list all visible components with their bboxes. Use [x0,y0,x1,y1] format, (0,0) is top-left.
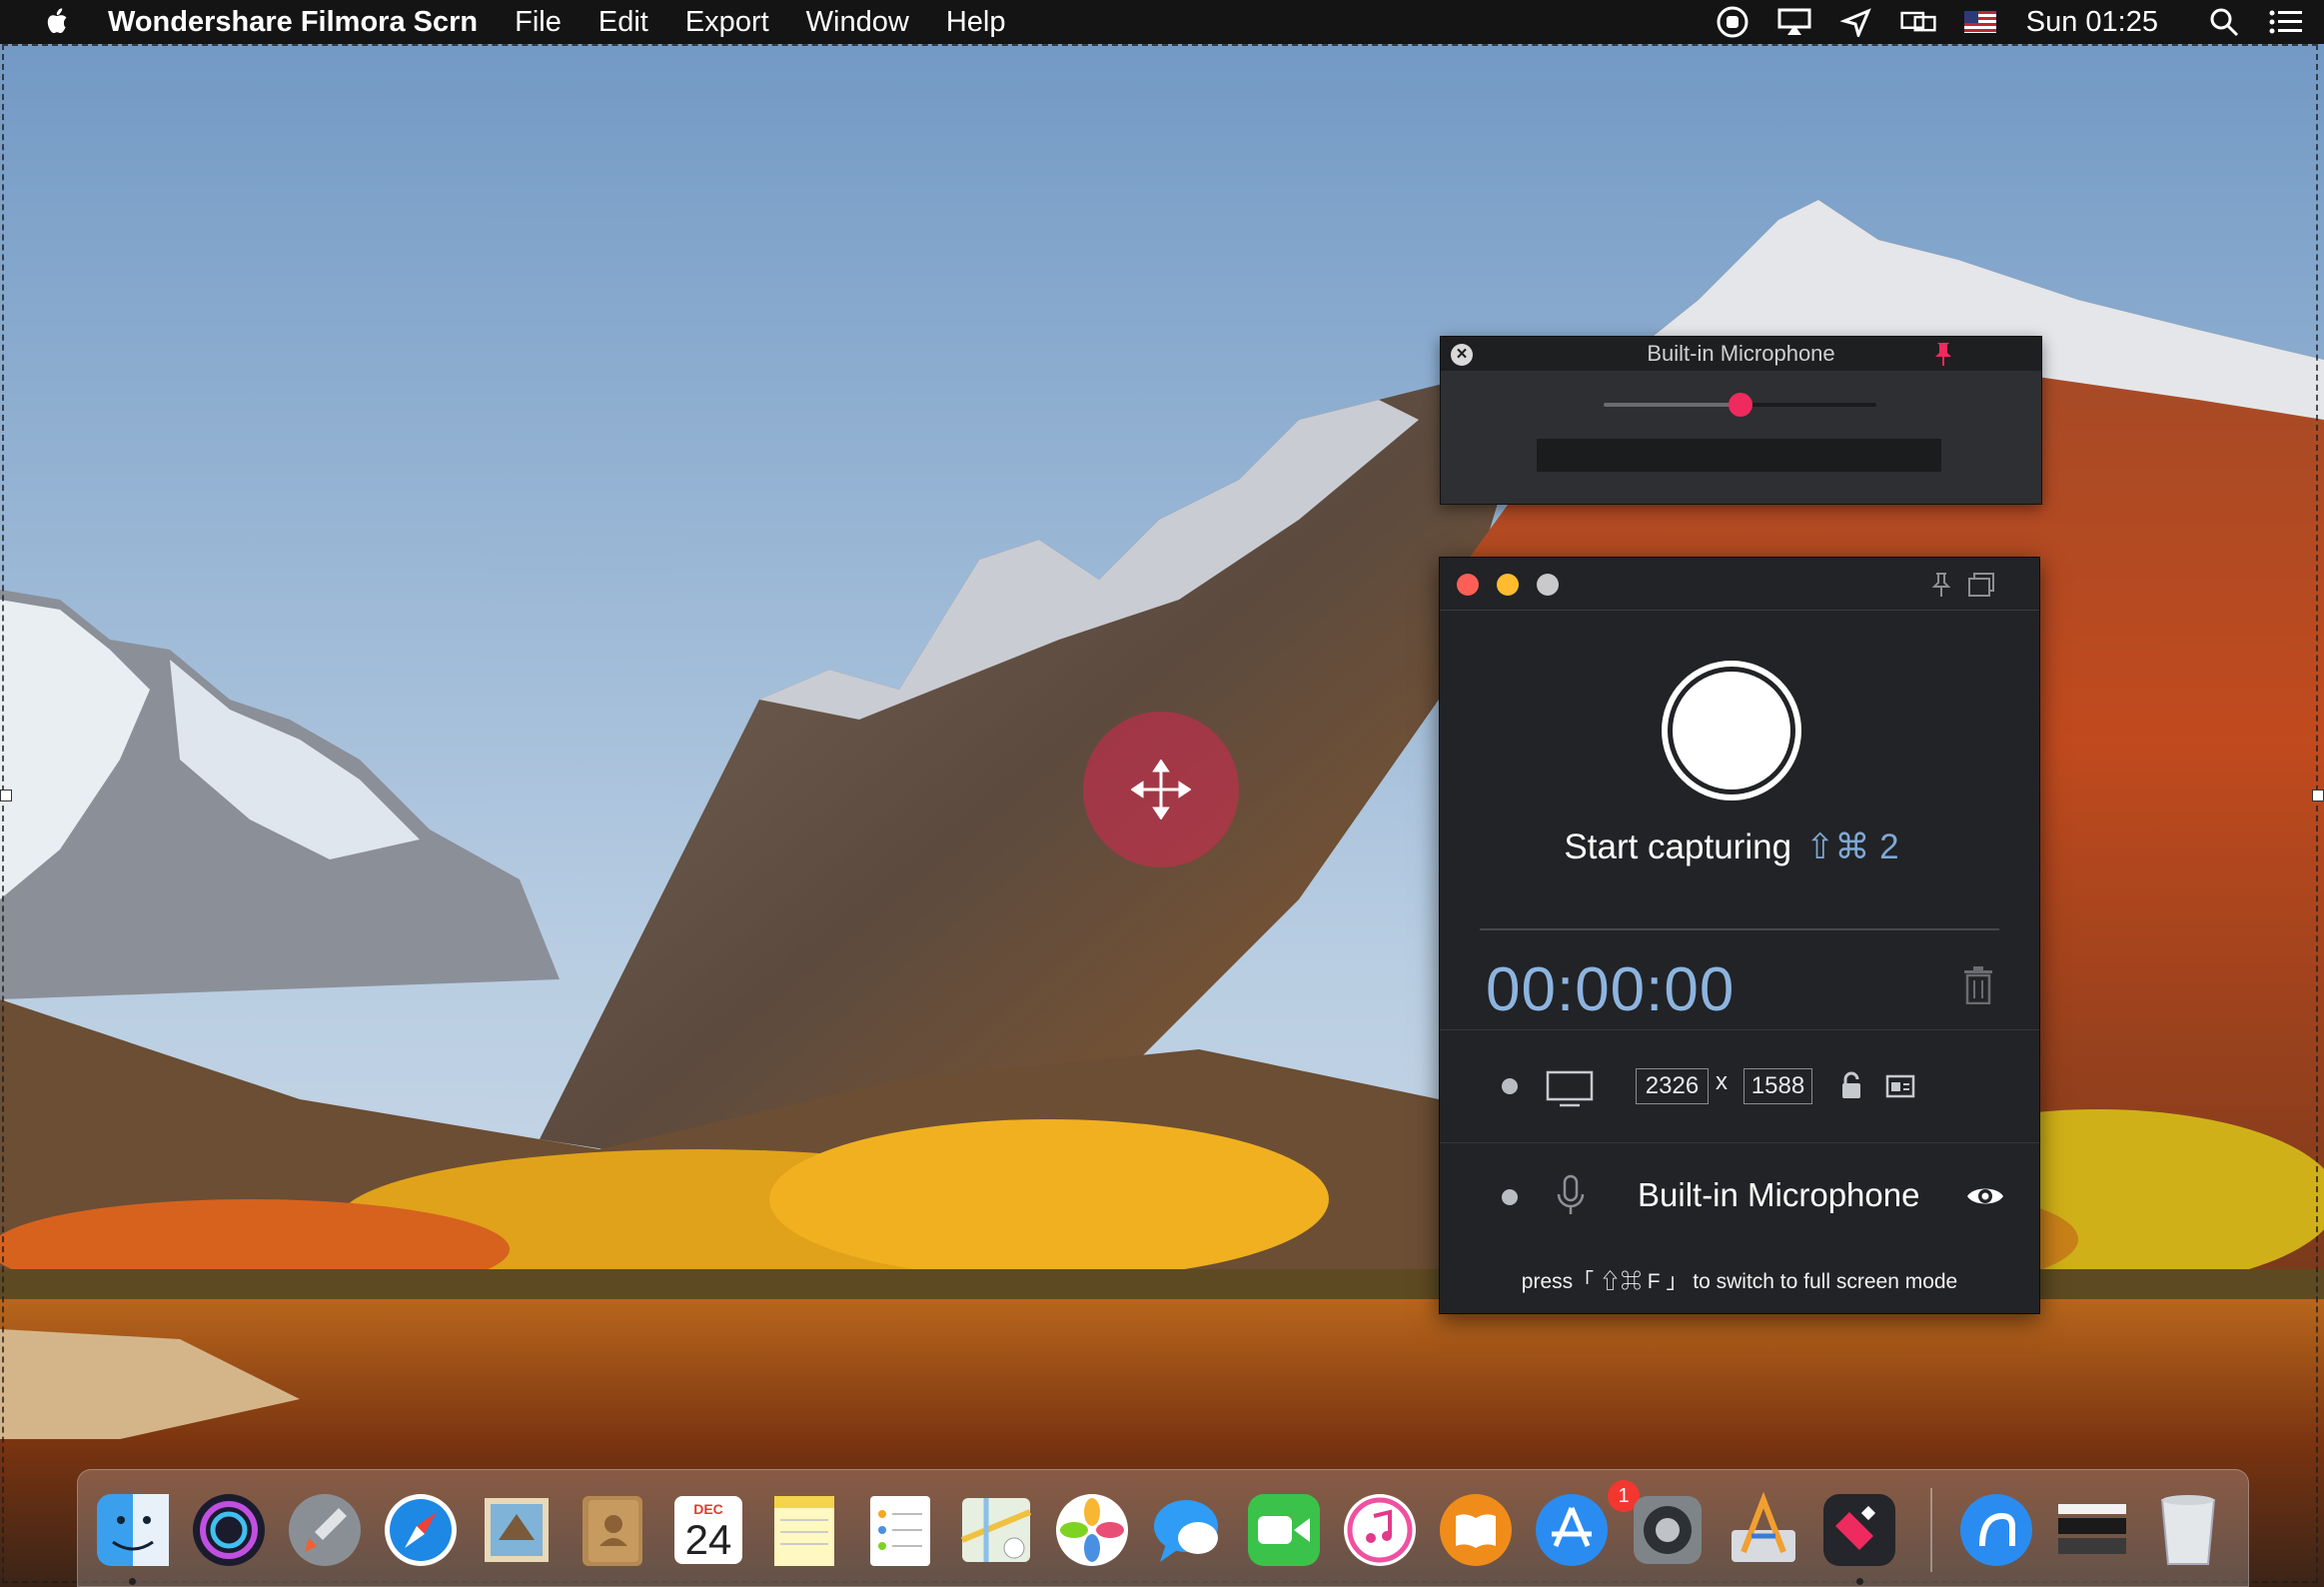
menu-export[interactable]: Export [685,6,769,39]
location-icon[interactable] [1838,7,1874,37]
microphone-level-window: × Built-in Microphone [1440,336,2042,505]
mic-window-title: Built-in Microphone [1647,341,1835,366]
calendar-day: 24 [685,1516,732,1563]
audio-enabled-dot[interactable] [1502,1189,1518,1205]
running-indicator [129,1578,136,1585]
display-mirror-icon[interactable] [1900,7,1936,37]
start-capturing-label: Start capturing [1564,827,1792,866]
facetime-icon[interactable] [1244,1490,1324,1570]
window-mode-icon[interactable] [1967,572,1995,598]
us-flag-icon[interactable] [1962,7,1998,37]
row-divider [1440,1142,2039,1143]
dock: DEC 24 1 [77,1469,2249,1587]
zoom-window-button[interactable] [1537,574,1559,596]
spotlight-icon[interactable] [2206,7,2242,37]
eye-icon[interactable] [1965,1182,2005,1210]
downloads-folder-icon[interactable] [1956,1490,2036,1570]
lock-aspect-icon[interactable] [1838,1070,1864,1100]
dimension-separator: x [1716,1068,1728,1095]
volume-slider-knob[interactable] [1728,393,1752,417]
move-region-handle[interactable] [1083,712,1239,867]
photos-icon[interactable] [1052,1490,1132,1570]
menu-bar: Wondershare Filmora Scrn File Edit Expor… [0,0,2324,44]
menubar-clock[interactable]: Sun 01:25 [2026,6,2158,39]
contacts-icon[interactable] [573,1490,652,1570]
close-window-button[interactable] [1457,574,1479,596]
dock-separator [1930,1488,1932,1572]
capture-region-icon[interactable] [1885,1073,1915,1099]
capture-handle-left[interactable] [0,790,12,801]
pin-window-icon[interactable] [1929,572,1953,598]
audio-level-meter [1537,439,1941,472]
close-icon[interactable]: × [1451,344,1473,366]
reminders-icon[interactable] [860,1490,940,1570]
start-capturing-shortcut: ⇧⌘ 2 [1805,827,1899,866]
safari-icon[interactable] [381,1490,461,1570]
calendar-month: DEC [693,1501,723,1517]
finder-icon[interactable] [93,1490,173,1570]
ibooks-icon[interactable] [1436,1490,1516,1570]
launchpad-icon[interactable] [285,1490,365,1570]
xcode-instruments-icon[interactable] [1724,1490,1803,1570]
divider [1480,928,1999,930]
capture-height-field[interactable]: 1588 [1743,1068,1812,1104]
app-store-icon[interactable] [1532,1490,1612,1570]
app-menu-name[interactable]: Wondershare Filmora Scrn [108,6,478,39]
notification-center-icon[interactable] [2268,7,2304,37]
recorder-window: Start capturing ⇧⌘ 2 00:00:00 2326 x 1588… [1439,557,2040,1314]
mic-window-titlebar[interactable]: × Built-in Microphone [1441,337,2041,371]
record-stop-icon[interactable] [1715,6,1750,38]
screen-enabled-dot[interactable] [1502,1078,1518,1094]
minimize-window-button[interactable] [1497,574,1519,596]
menu-edit[interactable]: Edit [598,6,648,39]
notes-icon[interactable] [764,1490,844,1570]
move-arrows-icon [1131,760,1191,819]
volume-slider-fill [1604,403,1741,407]
capture-width-field[interactable]: 2326 [1636,1068,1709,1104]
volume-slider[interactable] [1604,393,1876,417]
menu-help[interactable]: Help [946,6,1006,39]
trash-icon[interactable] [1963,966,1993,1004]
system-preferences-icon[interactable] [1628,1490,1708,1570]
row-divider [1440,1029,2039,1030]
microphone-source-label[interactable]: Built-in Microphone [1638,1176,1919,1214]
screen-capture-icon[interactable] [1546,1070,1594,1108]
running-indicator [1856,1578,1863,1585]
start-capturing-row: Start capturing ⇧⌘ 2 [1440,827,2023,867]
mail-icon[interactable] [477,1490,557,1570]
siri-icon[interactable] [189,1490,269,1570]
start-record-button[interactable] [1662,661,1801,800]
fullscreen-hint: press「 ⇧⌘ F 」 to switch to full screen m… [1521,1270,1958,1293]
itunes-icon[interactable] [1340,1490,1420,1570]
filmora-scrn-icon[interactable] [1819,1490,1899,1570]
airplay-icon[interactable] [1776,7,1812,37]
calendar-icon[interactable]: DEC 24 [668,1490,748,1570]
recording-timer: 00:00:00 [1486,955,1736,1024]
stack-folder-icon[interactable] [2052,1490,2132,1570]
menu-window[interactable]: Window [806,6,909,39]
menu-file[interactable]: File [515,6,562,39]
maps-icon[interactable] [956,1490,1036,1570]
messages-icon[interactable] [1148,1490,1228,1570]
trash-dock-icon[interactable] [2148,1490,2228,1570]
capture-handle-right[interactable] [2312,790,2324,801]
record-button-inner [1673,672,1790,790]
recorder-titlebar[interactable] [1440,558,2039,611]
apple-logo-icon[interactable] [38,5,78,39]
microphone-icon[interactable] [1556,1174,1586,1216]
pin-icon[interactable] [1931,341,1955,367]
